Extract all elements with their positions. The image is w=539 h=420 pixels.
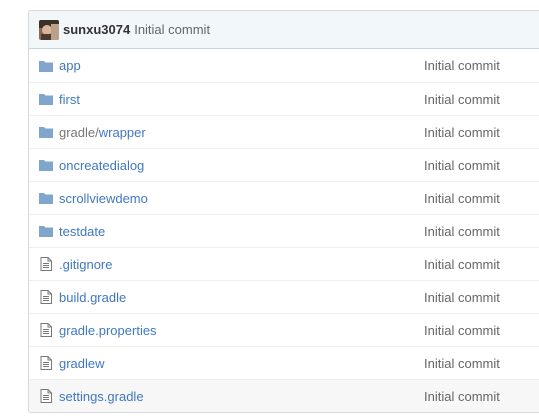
folder-icon: [39, 59, 53, 73]
file-name: first: [59, 91, 80, 107]
file-row[interactable]: testdate Initial commit: [29, 214, 539, 247]
file-name: wrapper: [98, 124, 146, 140]
file-name-link[interactable]: oncreatedialog: [59, 158, 144, 173]
file-name: testdate: [59, 223, 106, 239]
folder-icon: [39, 158, 53, 172]
file-row[interactable]: first Initial commit: [29, 82, 539, 115]
file-name-link[interactable]: settings.gradle: [59, 389, 144, 404]
file-icon: [39, 323, 53, 337]
commit-message-link[interactable]: Initial commit: [424, 92, 500, 107]
file-row[interactable]: scrollviewdemo Initial commit: [29, 181, 539, 214]
commit-message-link[interactable]: Initial commit: [424, 224, 500, 239]
file-row[interactable]: build.gradle Initial commit: [29, 280, 539, 313]
commit-message-link[interactable]: Initial commit: [134, 22, 210, 37]
file-name: build.gradle: [59, 289, 127, 305]
file-name: gradle.properties: [59, 322, 157, 338]
file-path-prefix: gradle/: [59, 124, 99, 140]
file-row[interactable]: gradle.properties Initial commit: [29, 313, 539, 346]
file-name-link[interactable]: first: [59, 92, 80, 107]
commit-message-link[interactable]: Initial commit: [424, 323, 500, 338]
file-name-link[interactable]: testdate: [59, 224, 105, 239]
commit-message-link[interactable]: Initial commit: [424, 257, 500, 272]
file-icon: [39, 257, 53, 271]
file-name: scrollviewdemo: [59, 190, 148, 206]
file-name: gradlew: [59, 355, 105, 371]
file-row[interactable]: app Initial commit: [29, 49, 539, 82]
commit-message-link[interactable]: Initial commit: [424, 389, 500, 404]
commit-message-link[interactable]: Initial commit: [424, 125, 500, 140]
file-name-link[interactable]: scrollviewdemo: [59, 191, 148, 206]
commit-message-link[interactable]: Initial commit: [424, 290, 500, 305]
file-name: app: [59, 58, 81, 73]
file-name-link[interactable]: gradlew: [59, 356, 105, 371]
file-name: settings.gradle: [59, 388, 144, 404]
folder-icon: [39, 92, 53, 106]
file-icon: [39, 356, 53, 370]
commit-message-link[interactable]: Initial commit: [424, 58, 500, 73]
file-row[interactable]: gradlew Initial commit: [29, 346, 539, 379]
file-row[interactable]: oncreatedialog Initial commit: [29, 148, 539, 181]
file-name-link[interactable]: build.gradle: [59, 290, 126, 305]
file-list: app Initial commit first Initial commit grad…: [29, 49, 539, 412]
file-row[interactable]: gradle/wrapper Initial commit: [29, 115, 539, 148]
folder-icon: [39, 125, 53, 139]
file-icon: [39, 389, 53, 403]
latest-commit-bar: sunxu3074 Initial commit: [29, 11, 539, 49]
file-name-link[interactable]: gradle.properties: [59, 323, 157, 338]
file-row[interactable]: .gitignore Initial commit: [29, 247, 539, 280]
commit-message-link[interactable]: Initial commit: [424, 356, 500, 371]
file-name-link[interactable]: gradle/wrapper: [59, 125, 146, 140]
commit-message-link[interactable]: Initial commit: [424, 191, 500, 206]
file-name-link[interactable]: app: [59, 58, 81, 73]
file-browser: sunxu3074 Initial commit app Initial comm…: [28, 10, 539, 413]
file-row[interactable]: settings.gradle Initial commit: [29, 379, 539, 412]
avatar[interactable]: [39, 19, 59, 40]
commit-message-link[interactable]: Initial commit: [424, 158, 500, 173]
folder-icon: [39, 224, 53, 238]
file-name: .gitignore: [59, 256, 113, 272]
file-icon: [39, 290, 53, 304]
file-name: oncreatedialog: [59, 157, 145, 173]
commit-author-link[interactable]: sunxu3074: [63, 22, 130, 37]
folder-icon: [39, 191, 53, 205]
file-name-link[interactable]: .gitignore: [59, 257, 112, 272]
